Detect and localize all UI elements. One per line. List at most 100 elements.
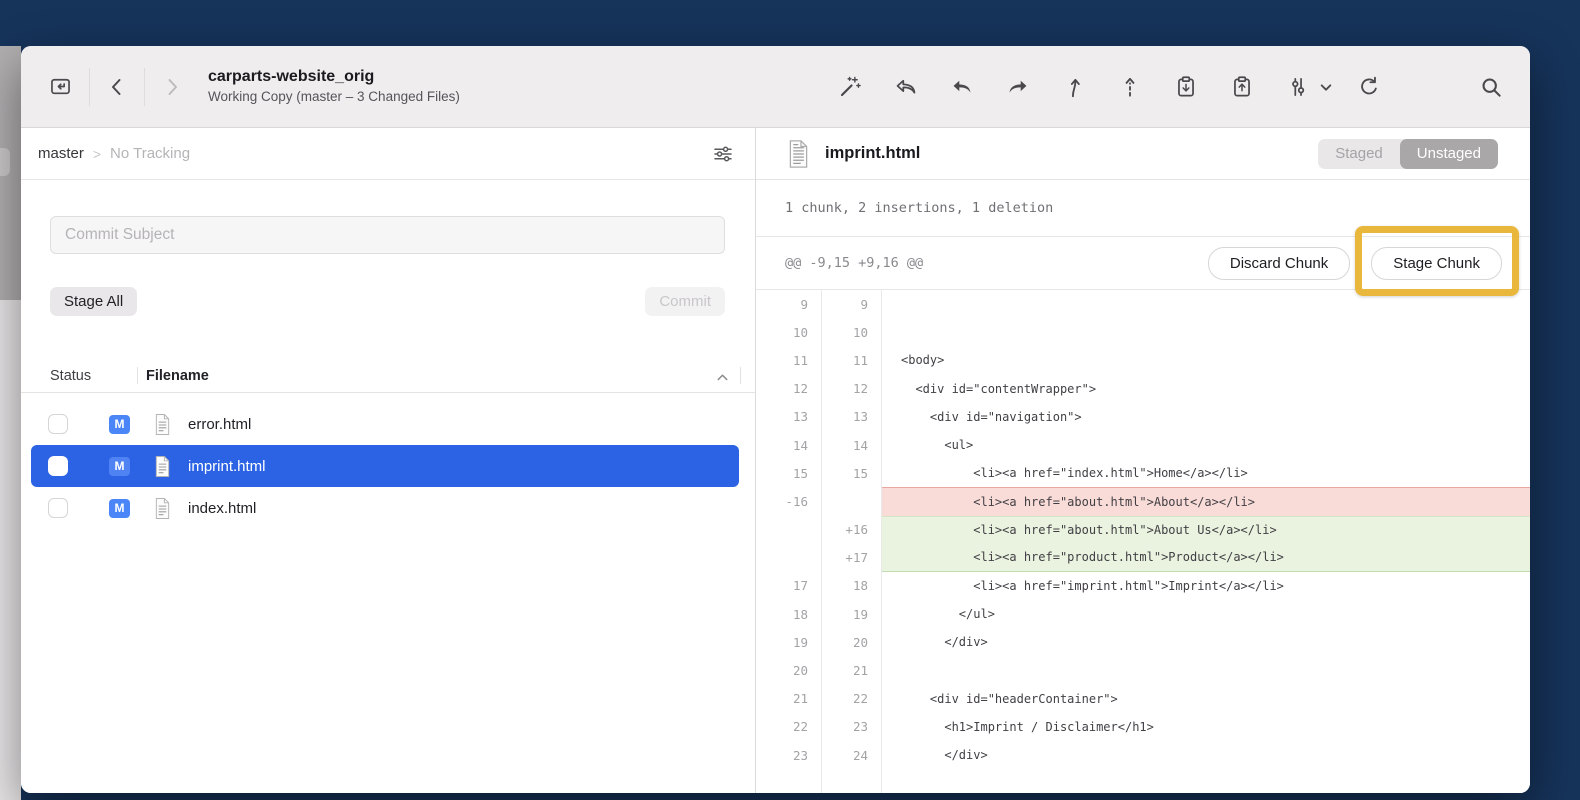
old-line-number: 13 — [756, 403, 821, 431]
back-button[interactable] — [105, 73, 129, 101]
breadcrumb-separator: > — [93, 146, 101, 162]
refresh-icon[interactable] — [1356, 74, 1382, 100]
filter-options-icon[interactable] — [711, 142, 735, 166]
stage-all-button[interactable]: Stage All — [50, 287, 137, 316]
search-icon[interactable] — [1478, 74, 1504, 100]
diff-line-context[interactable]: 2021 — [756, 656, 1530, 684]
old-line-number: 9 — [756, 290, 821, 318]
forward-button[interactable] — [160, 73, 184, 101]
status-column-header[interactable]: Status — [50, 368, 137, 384]
stage-chunk-button[interactable]: Stage Chunk — [1371, 247, 1502, 280]
file-name: error.html — [188, 416, 251, 433]
chevron-down-icon — [1313, 74, 1326, 100]
old-line-number: 11 — [756, 346, 821, 374]
stash-icon[interactable] — [1173, 74, 1199, 100]
old-line-number: 15 — [756, 459, 821, 487]
old-line-number — [756, 544, 821, 572]
code-text: <div id="contentWrapper"> — [881, 375, 1530, 403]
stage-checkbox[interactable] — [48, 456, 68, 476]
commit-subject-input[interactable] — [50, 216, 725, 254]
file-row-imprint.html[interactable]: Mimprint.html — [31, 445, 739, 487]
old-line-number: -16 — [756, 487, 821, 515]
diff-line-context[interactable]: 1819 </ul> — [756, 600, 1530, 628]
old-line-number: 17 — [756, 572, 821, 600]
code-text: <li><a href="index.html">Home</a></li> — [881, 459, 1530, 487]
apply-stash-icon[interactable] — [1229, 74, 1255, 100]
diff-line-addition[interactable]: +16 <li><a href="about.html">About Us</a… — [756, 516, 1530, 544]
commit-button[interactable]: Commit — [645, 287, 725, 316]
old-line-number: 22 — [756, 713, 821, 741]
branch-name[interactable]: master — [38, 145, 84, 162]
old-line-number: 19 — [756, 628, 821, 656]
file-row-error.html[interactable]: Merror.html — [31, 403, 739, 445]
code-text: </div> — [881, 741, 1530, 769]
repository-icon[interactable] — [46, 73, 74, 101]
code-text: </ul> — [881, 600, 1530, 628]
new-line-number: 21 — [821, 656, 881, 684]
old-line-number: 14 — [756, 431, 821, 459]
fetch-icon[interactable] — [893, 74, 919, 100]
actions-icon[interactable] — [1285, 74, 1326, 100]
pull-icon[interactable] — [949, 74, 975, 100]
filename-column-header[interactable]: Filename — [146, 368, 209, 384]
file-document-icon — [786, 139, 811, 169]
new-line-number: 15 — [821, 459, 881, 487]
code-text: <div id="headerContainer"> — [881, 685, 1530, 713]
tracking-status[interactable]: No Tracking — [110, 145, 190, 162]
diff-line-context[interactable]: 1414 <ul> — [756, 431, 1530, 459]
diff-line-context[interactable]: 1515 <li><a href="index.html">Home</a></… — [756, 459, 1530, 487]
diff-line-context[interactable]: 1313 <div id="navigation"> — [756, 403, 1530, 431]
git-client-window: carparts-website_orig Working Copy (mast… — [21, 46, 1530, 793]
staged-tab[interactable]: Staged — [1318, 139, 1400, 169]
staged-unstaged-toggle: Staged Unstaged — [1318, 139, 1498, 169]
code-text: <ul> — [881, 431, 1530, 459]
diff-line-context[interactable]: 2122 <div id="headerContainer"> — [756, 685, 1530, 713]
old-line-number: 20 — [756, 656, 821, 684]
diff-line-deletion[interactable]: -16 <li><a href="about.html">About</a></… — [756, 487, 1530, 515]
rebase-icon[interactable] — [1117, 74, 1143, 100]
diff-line-context[interactable]: 1212 <div id="contentWrapper"> — [756, 375, 1530, 403]
code-text: </div> — [881, 628, 1530, 656]
modified-status-badge: M — [109, 499, 130, 518]
file-document-icon — [153, 497, 172, 520]
diff-line-context[interactable]: 1111<body> — [756, 346, 1530, 374]
sort-ascending-icon[interactable] — [715, 371, 730, 381]
diff-line-context[interactable]: 2324 </div> — [756, 741, 1530, 769]
file-row-index.html[interactable]: Mindex.html — [31, 487, 739, 529]
code-text: <li><a href="product.html">Product</a></… — [881, 544, 1530, 572]
changed-files-list: Merror.htmlMimprint.htmlMindex.html — [21, 393, 755, 529]
new-line-number: +17 — [821, 544, 881, 572]
old-line-number: 12 — [756, 375, 821, 403]
gutter-divider — [821, 290, 822, 793]
modified-status-badge: M — [109, 415, 130, 434]
file-name: index.html — [188, 500, 256, 517]
push-icon[interactable] — [1005, 74, 1031, 100]
repo-title-block: carparts-website_orig Working Copy (mast… — [208, 67, 460, 106]
code-text — [881, 290, 1530, 318]
code-text: <h1>Imprint / Disclaimer</h1> — [881, 713, 1530, 741]
repo-title: carparts-website_orig — [208, 67, 460, 87]
file-name: imprint.html — [188, 458, 266, 475]
diff-line-addition[interactable]: +17 <li><a href="product.html">Product</… — [756, 544, 1530, 572]
new-line-number: 18 — [821, 572, 881, 600]
old-line-number: 10 — [756, 318, 821, 346]
diff-line-context[interactable]: 1010 — [756, 318, 1530, 346]
code-text: <li><a href="imprint.html">Imprint</a></… — [881, 572, 1530, 600]
new-line-number: 23 — [821, 713, 881, 741]
unstaged-tab[interactable]: Unstaged — [1400, 139, 1498, 169]
modified-status-badge: M — [109, 457, 130, 476]
stage-checkbox[interactable] — [48, 498, 68, 518]
diff-line-context[interactable]: 1920 </div> — [756, 628, 1530, 656]
file-document-icon — [153, 455, 172, 478]
toolbar-actions — [837, 74, 1504, 100]
new-line-number: 11 — [821, 346, 881, 374]
stage-checkbox[interactable] — [48, 414, 68, 434]
wand-icon[interactable] — [837, 74, 863, 100]
diff-line-context[interactable]: 99 — [756, 290, 1530, 318]
code-text: <li><a href="about.html">About</a></li> — [881, 487, 1530, 515]
merge-icon[interactable] — [1061, 74, 1087, 100]
discard-chunk-button[interactable]: Discard Chunk — [1208, 247, 1350, 280]
diff-line-context[interactable]: 1718 <li><a href="imprint.html">Imprint<… — [756, 572, 1530, 600]
commit-area: Stage All Commit — [21, 180, 755, 316]
diff-line-context[interactable]: 2223 <h1>Imprint / Disclaimer</h1> — [756, 713, 1530, 741]
